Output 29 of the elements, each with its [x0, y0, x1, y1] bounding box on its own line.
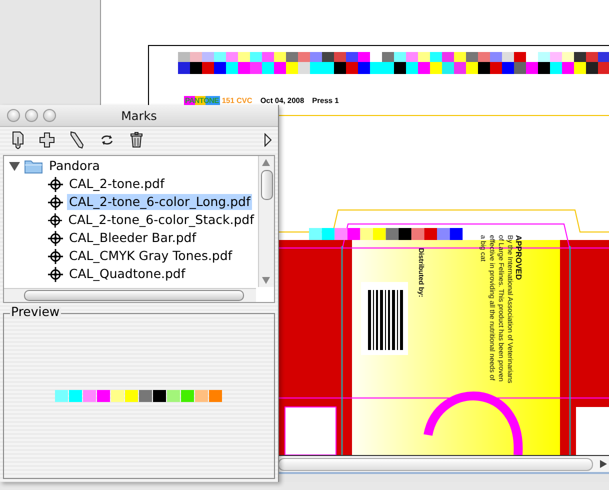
- crosshair-icon: [48, 230, 63, 246]
- pencil-icon[interactable]: [70, 131, 84, 149]
- crosshair-icon: [48, 194, 63, 210]
- close-button[interactable]: [7, 109, 20, 122]
- minimize-button[interactable]: [25, 109, 38, 122]
- vertical-scrollbar[interactable]: [258, 156, 274, 287]
- disclosure-triangle[interactable]: [9, 160, 20, 172]
- crosshair-icon: [48, 212, 62, 228]
- crosshair-icon: [48, 248, 63, 264]
- import-icon[interactable]: [12, 131, 24, 149]
- horizontal-scrollbar[interactable]: [278, 455, 609, 474]
- folder-item[interactable]: Pandora: [47, 158, 102, 174]
- play-icon[interactable]: [264, 133, 272, 147]
- trash-icon[interactable]: [130, 132, 143, 148]
- window-title: Marks: [121, 108, 157, 122]
- mark-file-item[interactable]: CAL_2-tone_6-color_Long.pdf: [67, 194, 252, 210]
- mark-file-item[interactable]: CAL_2-tone_6-color_Stack.pdf: [66, 212, 256, 228]
- refresh-icon[interactable]: [99, 133, 115, 147]
- mark-file-item[interactable]: CAL_Bleeder Bar.pdf: [67, 230, 198, 246]
- package-heading: APPROVED: [514, 235, 523, 282]
- folder-icon: [24, 158, 43, 174]
- zoom-button[interactable]: [43, 109, 56, 122]
- add-icon[interactable]: [39, 132, 55, 148]
- mark-file-item[interactable]: CAL_Quadtone.pdf: [67, 266, 188, 282]
- mark-file-item[interactable]: CAL_CMYK Gray Tones.pdf: [67, 248, 234, 264]
- preview-label: Preview: [10, 305, 61, 319]
- crosshair-icon: [48, 176, 63, 192]
- crosshair-icon: [48, 266, 63, 282]
- mark-file-item[interactable]: CAL_2-tone.pdf: [67, 176, 166, 192]
